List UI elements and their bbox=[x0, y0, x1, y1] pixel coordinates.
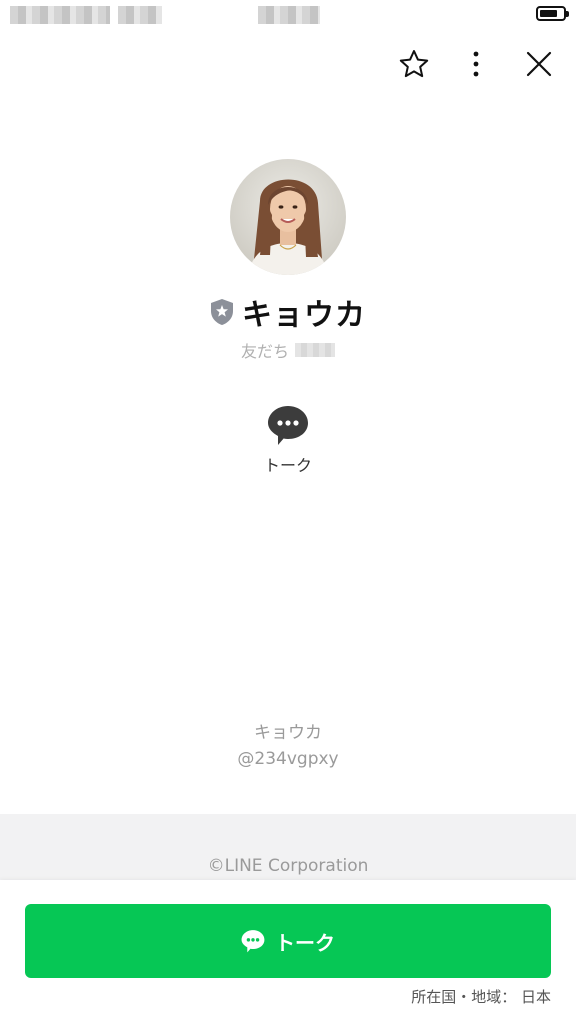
friend-count-blurred bbox=[295, 343, 335, 357]
copyright-text: ©LINE Corporation bbox=[207, 856, 369, 876]
favorite-button[interactable] bbox=[396, 46, 432, 82]
battery-fill bbox=[540, 10, 557, 17]
profile-name-row: キョウカ bbox=[0, 290, 576, 334]
close-button[interactable] bbox=[521, 46, 557, 82]
chat-bubble-small-icon bbox=[241, 930, 265, 953]
more-button[interactable] bbox=[458, 46, 494, 82]
battery-icon bbox=[536, 6, 569, 21]
status-bar bbox=[0, 0, 576, 34]
region-text: 所在国・地域： 日本 bbox=[411, 988, 551, 1006]
talk-action-label: トーク bbox=[263, 456, 312, 475]
avatar[interactable] bbox=[230, 159, 346, 275]
chat-bubble-icon bbox=[268, 406, 308, 445]
status-blur-left bbox=[10, 6, 110, 24]
vertical-dots-icon bbox=[473, 51, 479, 77]
talk-button-label: トーク bbox=[275, 930, 335, 955]
close-x-icon bbox=[526, 51, 552, 77]
profile-name: キョウカ bbox=[242, 298, 366, 333]
talk-action-button[interactable]: トーク bbox=[248, 404, 328, 480]
friend-status-row: 友だち bbox=[0, 338, 576, 362]
shield-star-icon bbox=[211, 299, 233, 325]
talk-button[interactable]: トーク bbox=[25, 904, 551, 978]
screen: キョウカ 友だち トーク キョウカ @234vgpxy ©LINE Corpor… bbox=[0, 0, 576, 1024]
status-blur-center bbox=[258, 6, 320, 24]
profile-photo bbox=[230, 159, 346, 275]
friend-label: 友だち bbox=[240, 342, 289, 361]
info-display-name: キョウカ bbox=[254, 723, 322, 743]
status-blur-mid bbox=[118, 6, 162, 24]
star-outline-icon bbox=[399, 50, 429, 78]
info-line-id: @234vgpxy bbox=[237, 749, 339, 769]
